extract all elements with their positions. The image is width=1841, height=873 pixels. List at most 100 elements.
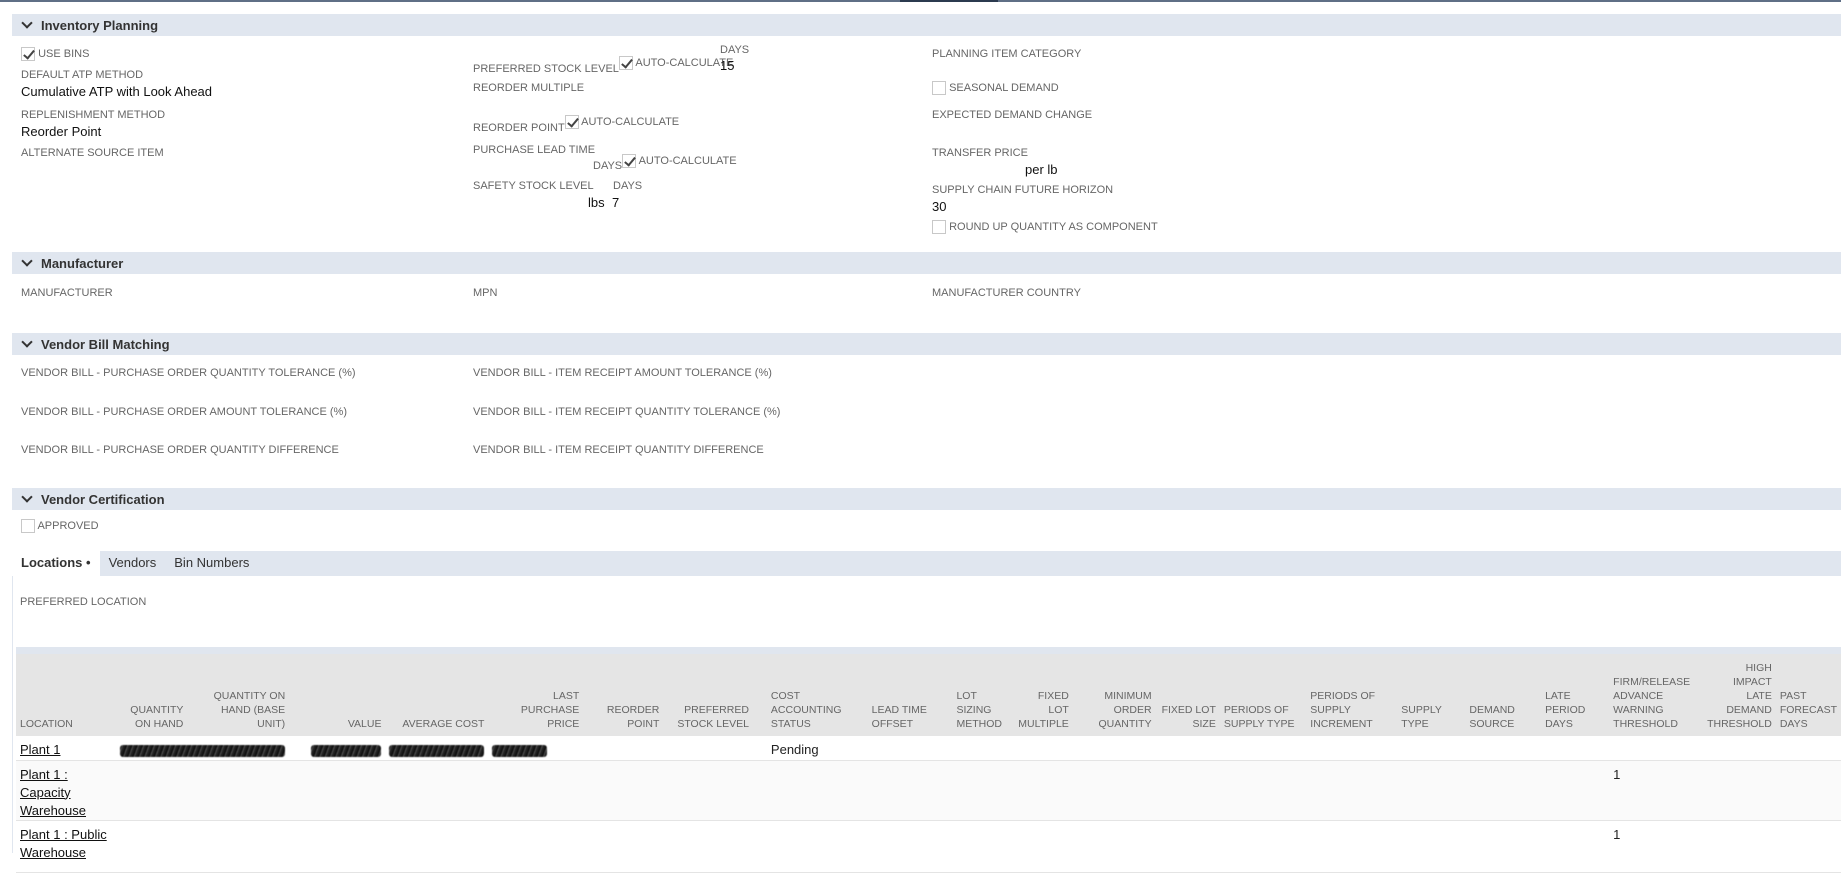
mpn-label: MPN (473, 287, 498, 299)
col-supply-type[interactable]: SUPPLY TYPE (1397, 654, 1466, 736)
cost-accounting-status (752, 820, 868, 873)
approved-field[interactable]: APPROVED (21, 519, 99, 533)
locations-table: LOCATION QUANTITY ON HAND QUANTITY ON HA… (16, 654, 1841, 873)
subtab-bar: Locations • Vendors Bin Numbers (12, 551, 1841, 576)
ir-qty-tolerance-label: VENDOR BILL - ITEM RECEIPT QUANTITY TOLE… (473, 406, 781, 418)
redacted-value (311, 744, 382, 757)
chevron-down-icon[interactable] (21, 338, 33, 350)
preferred-stock-autocalc-checkbox[interactable] (618, 56, 633, 70)
col-cost-accounting-status[interactable]: COST ACCOUNTING STATUS (752, 654, 868, 736)
seasonal-demand-field[interactable]: SEASONAL DEMAND (932, 81, 1059, 95)
col-lead-time-offset[interactable]: LEAD TIME OFFSET (867, 654, 953, 736)
tab-vendors[interactable]: Vendors (100, 551, 166, 576)
ir-qty-difference-label: VENDOR BILL - ITEM RECEIPT QUANTITY DIFF… (473, 444, 764, 456)
col-min-order-qty[interactable]: MINIMUM ORDER QUANTITY (1072, 654, 1156, 736)
chevron-down-icon[interactable] (21, 493, 33, 505)
round-up-checkbox[interactable] (932, 220, 946, 234)
alternate-source-label: ALTERNATE SOURCE ITEM (21, 147, 164, 159)
tab-label: Vendors (108, 555, 157, 570)
ir-amount-tolerance-label: VENDOR BILL - ITEM RECEIPT AMOUNT TOLERA… (473, 367, 772, 379)
col-fixed-lot-size[interactable]: FIXED LOT SIZE (1155, 654, 1220, 736)
col-average-cost[interactable]: AVERAGE COST (385, 654, 489, 736)
seasonal-demand-checkbox[interactable] (932, 81, 946, 95)
top-nav-border (0, 0, 1841, 2)
replenishment-value: Reorder Point (21, 124, 102, 139)
col-last-purchase-price[interactable]: LAST PURCHASE PRICE (488, 654, 584, 736)
days-label: DAYS (593, 159, 623, 172)
approved-checkbox[interactable] (21, 519, 35, 533)
col-reorder-point[interactable]: REORDER POINT (583, 654, 664, 736)
section-vendor-certification[interactable]: Vendor Certification (12, 488, 1841, 510)
cost-accounting-status: Pending (752, 736, 868, 761)
table-row: Plant 1 Pending (16, 736, 1841, 761)
use-bins-field[interactable]: USE BINS (21, 47, 89, 61)
reorder-point-autocalc-checkbox[interactable] (564, 115, 579, 129)
location-link[interactable]: Plant 1 : Capacity Warehouse (20, 767, 86, 818)
po-qty-tolerance-label: VENDOR BILL - PURCHASE ORDER QUANTITY TO… (21, 367, 356, 379)
round-up-label: ROUND UP QUANTITY AS COMPONENT (949, 220, 1158, 233)
approved-label: APPROVED (37, 519, 99, 532)
col-value[interactable]: VALUE (289, 654, 386, 736)
table-header-row: LOCATION QUANTITY ON HAND QUANTITY ON HA… (16, 654, 1841, 736)
location-link[interactable]: Plant 1 (20, 742, 60, 757)
purchase-lead-label: PURCHASE LEAD TIME (473, 144, 596, 156)
safety-unit: lbs (588, 195, 605, 210)
reorder-point-field: REORDER POINT AUTO-CALCULATE (473, 115, 680, 134)
autocalc-label: AUTO-CALCULATE (635, 56, 734, 69)
lead-time-autocalc-checkbox[interactable] (622, 154, 637, 168)
preferred-stock-field: PREFERRED STOCK LEVEL AUTO-CALCULATE (473, 56, 734, 75)
reorder-multiple-label: REORDER MULTIPLE (473, 82, 585, 94)
col-high-impact-threshold[interactable]: HIGH IMPACT LATE DEMAND THRESHOLD (1702, 654, 1776, 736)
chevron-down-icon[interactable] (21, 19, 33, 31)
section-title: Inventory Planning (41, 17, 159, 33)
safety-days-value: 7 (612, 195, 620, 210)
safety-stock-label: SAFETY STOCK LEVEL (473, 180, 594, 192)
col-periods-supply-increment[interactable]: PERIODS OF SUPPLY INCREMENT (1306, 654, 1398, 736)
expected-demand-label: EXPECTED DEMAND CHANGE (932, 109, 1093, 121)
use-bins-checkbox[interactable] (21, 47, 35, 61)
tab-label: Bin Numbers (174, 555, 250, 570)
col-demand-source[interactable]: DEMAND SOURCE (1465, 654, 1542, 736)
col-periods-supply-type[interactable]: PERIODS OF SUPPLY TYPE (1219, 654, 1307, 736)
section-title: Vendor Bill Matching (41, 336, 170, 352)
purchase-lead-days-field: DAYS AUTO-CALCULATE (593, 154, 737, 172)
po-amount-tolerance-label: VENDOR BILL - PURCHASE ORDER AMOUNT TOLE… (21, 406, 347, 418)
location-link[interactable]: Plant 1 : Public Warehouse (20, 827, 107, 860)
section-vendor-bill-matching[interactable]: Vendor Bill Matching (12, 333, 1841, 355)
col-preferred-stock[interactable]: PREFERRED STOCK LEVEL (663, 654, 753, 736)
autocalc-label: AUTO-CALCULATE (581, 115, 680, 128)
section-inventory-planning[interactable]: Inventory Planning (12, 14, 1841, 36)
col-past-forecast-days[interactable]: PAST FORECAST DAYS (1775, 654, 1841, 736)
round-up-field[interactable]: ROUND UP QUANTITY AS COMPONENT (932, 220, 1158, 234)
table-top-strip (16, 647, 1841, 654)
col-qty-base-unit[interactable]: QUANTITY ON HAND (BASE UNIT) (187, 654, 290, 736)
manufacturer-country-label: MANUFACTURER COUNTRY (932, 287, 1081, 299)
col-fixed-lot-multiple[interactable]: FIXED LOT MULTIPLE (1014, 654, 1073, 736)
table-row: Plant 1 : Capacity Warehouse 1 (16, 760, 1841, 821)
horizon-value: 30 (932, 199, 947, 214)
tab-panel-border (12, 576, 13, 853)
firm-release-value (1609, 736, 1703, 761)
col-late-period-days[interactable]: LATE PERIOD DAYS (1541, 654, 1610, 736)
section-title: Manufacturer (41, 255, 124, 271)
horizon-label: SUPPLY CHAIN FUTURE HORIZON (932, 184, 1114, 196)
days-label: DAYS (613, 180, 643, 192)
days-label: DAYS (720, 44, 750, 56)
default-atp-value: Cumulative ATP with Look Ahead (21, 84, 213, 99)
cost-accounting-status (752, 760, 868, 821)
section-manufacturer[interactable]: Manufacturer (12, 252, 1841, 274)
reorder-point-label: REORDER POINT (473, 121, 565, 134)
chevron-down-icon[interactable] (21, 257, 33, 269)
col-firm-release-threshold[interactable]: FIRM/RELEASE ADVANCE WARNING THRESHOLD (1609, 654, 1703, 736)
redacted-average-cost (389, 744, 485, 757)
col-lot-sizing[interactable]: LOT SIZING METHOD (952, 654, 1015, 736)
col-qty-on-hand[interactable]: QUANTITY ON HAND (116, 654, 188, 736)
tab-label: Locations • (21, 555, 91, 570)
tab-locations[interactable]: Locations • (12, 551, 100, 576)
tab-bin-numbers[interactable]: Bin Numbers (165, 551, 258, 576)
po-qty-difference-label: VENDOR BILL - PURCHASE ORDER QUANTITY DI… (21, 444, 339, 456)
default-atp-label: DEFAULT ATP METHOD (21, 69, 144, 81)
redacted-last-purchase-price (492, 744, 548, 757)
autocalc-label: AUTO-CALCULATE (638, 154, 737, 167)
col-location[interactable]: LOCATION (16, 654, 117, 736)
